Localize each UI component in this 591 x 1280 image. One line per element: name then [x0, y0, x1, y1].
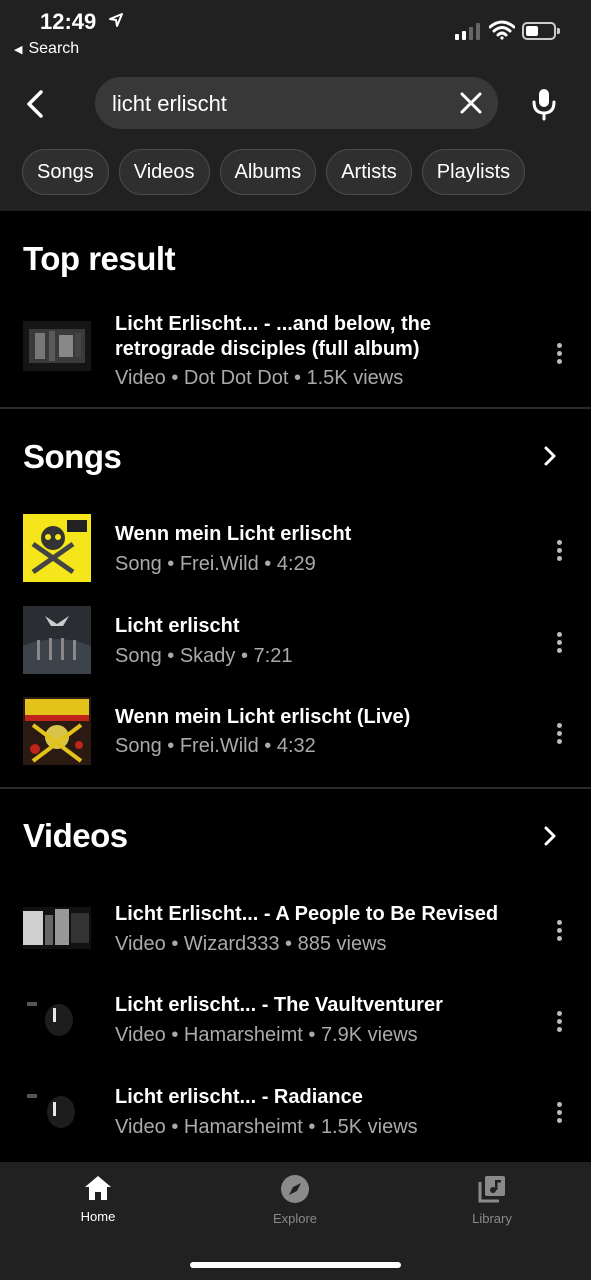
home-indicator[interactable] — [190, 1262, 401, 1268]
divider — [0, 787, 591, 789]
video-title: Licht erlischt... - The Vaultventurer — [115, 994, 443, 1016]
back-triangle-icon: ◀ — [14, 44, 23, 56]
video-thumbnail — [23, 998, 91, 1040]
more-options-icon[interactable] — [552, 540, 566, 562]
top-result-row[interactable]: Licht Erlischt... - ...and below, the re… — [0, 305, 591, 400]
song-subtitle: Song • Frei.Wild • 4:32 — [115, 735, 316, 757]
song-thumbnail — [23, 606, 91, 674]
microphone-icon[interactable] — [528, 86, 560, 122]
compass-icon — [281, 1175, 309, 1203]
videos-heading: Videos — [23, 817, 128, 854]
more-options-icon[interactable] — [552, 920, 566, 942]
chevron-right-icon[interactable] — [540, 444, 560, 468]
song-thumbnail — [23, 514, 91, 582]
status-time: 12:49 — [40, 9, 97, 34]
video-row[interactable]: Licht erlischt... - Radiance Video • Ham… — [0, 1078, 591, 1148]
song-title: Wenn mein Licht erlischt (Live) — [115, 706, 411, 728]
video-thumbnail — [23, 1090, 91, 1132]
nav-explore-label: Explore — [272, 1211, 318, 1226]
chip-playlists[interactable]: Playlists — [421, 149, 526, 195]
chip-videos[interactable]: Videos — [118, 149, 210, 195]
battery-icon — [522, 22, 560, 40]
video-thumbnail — [23, 907, 91, 949]
status-bar: 12:49 ◀ Search — [0, 0, 591, 66]
nav-library[interactable]: Library — [432, 1174, 552, 1226]
filter-chips: Songs Videos Albums Artists Playlists — [22, 149, 526, 195]
video-subtitle: Video • Hamarsheimt • 1.5K views — [115, 1116, 418, 1138]
more-options-icon[interactable] — [552, 723, 566, 745]
home-icon — [85, 1176, 111, 1200]
back-to-app[interactable]: ◀ Search — [14, 40, 79, 58]
chip-albums[interactable]: Albums — [219, 149, 317, 195]
cellular-signal-icon — [455, 22, 480, 40]
more-options-icon[interactable] — [552, 343, 566, 365]
top-result-thumbnail — [23, 321, 91, 371]
songs-heading: Songs — [23, 438, 122, 475]
song-thumbnail — [23, 697, 91, 765]
nav-home-label: Home — [80, 1209, 116, 1224]
video-subtitle: Video • Wizard333 • 885 views — [115, 933, 387, 955]
more-options-icon[interactable] — [552, 1102, 566, 1124]
back-app-label: Search — [28, 40, 80, 57]
chip-songs[interactable]: Songs — [22, 149, 109, 195]
video-subtitle: Video • Hamarsheimt • 7.9K views — [115, 1024, 418, 1046]
back-arrow-icon[interactable] — [18, 86, 54, 122]
video-row[interactable]: Licht Erlischt... - A People to Be Revis… — [0, 895, 591, 965]
video-title: Licht erlischt... - Radiance — [115, 1086, 363, 1108]
video-title: Licht Erlischt... - A People to Be Revis… — [115, 903, 499, 925]
song-row[interactable]: Wenn mein Licht erlischt (Live) Song • F… — [0, 697, 591, 767]
song-title: Licht erlischt — [115, 615, 240, 637]
top-result-subtitle: Video • Dot Dot Dot • 1.5K views — [115, 367, 404, 389]
nav-library-label: Library — [472, 1211, 512, 1226]
song-subtitle: Song • Frei.Wild • 4:29 — [115, 553, 316, 575]
nav-explore[interactable]: Explore — [235, 1174, 355, 1226]
song-row[interactable]: Licht erlischt Song • Skady • 7:21 — [0, 606, 591, 676]
divider — [0, 407, 591, 409]
top-result-title-line2: retrograde disciples (full album) — [115, 338, 420, 360]
top-result-heading: Top result — [23, 240, 176, 277]
nav-home[interactable]: Home — [38, 1174, 158, 1224]
song-title: Wenn mein Licht erlischt — [115, 523, 352, 545]
chevron-right-icon[interactable] — [540, 824, 560, 848]
search-input[interactable]: licht erlischt — [95, 77, 498, 129]
library-icon — [478, 1176, 505, 1203]
wifi-icon — [489, 20, 515, 40]
more-options-icon[interactable] — [552, 1011, 566, 1033]
video-row[interactable]: Licht erlischt... - The Vaultventurer Vi… — [0, 986, 591, 1056]
search-header: licht erlischt Songs Videos Albums Artis… — [0, 66, 591, 211]
chip-artists[interactable]: Artists — [326, 149, 412, 195]
top-result-title-line1: Licht Erlischt... - ...and below, the — [115, 313, 431, 335]
search-query: licht erlischt — [112, 91, 227, 116]
location-arrow-icon — [109, 13, 123, 27]
clear-icon[interactable] — [458, 90, 484, 116]
more-options-icon[interactable] — [552, 632, 566, 654]
song-row[interactable]: Wenn mein Licht erlischt Song • Frei.Wil… — [0, 514, 591, 584]
song-subtitle: Song • Skady • 7:21 — [115, 645, 293, 667]
